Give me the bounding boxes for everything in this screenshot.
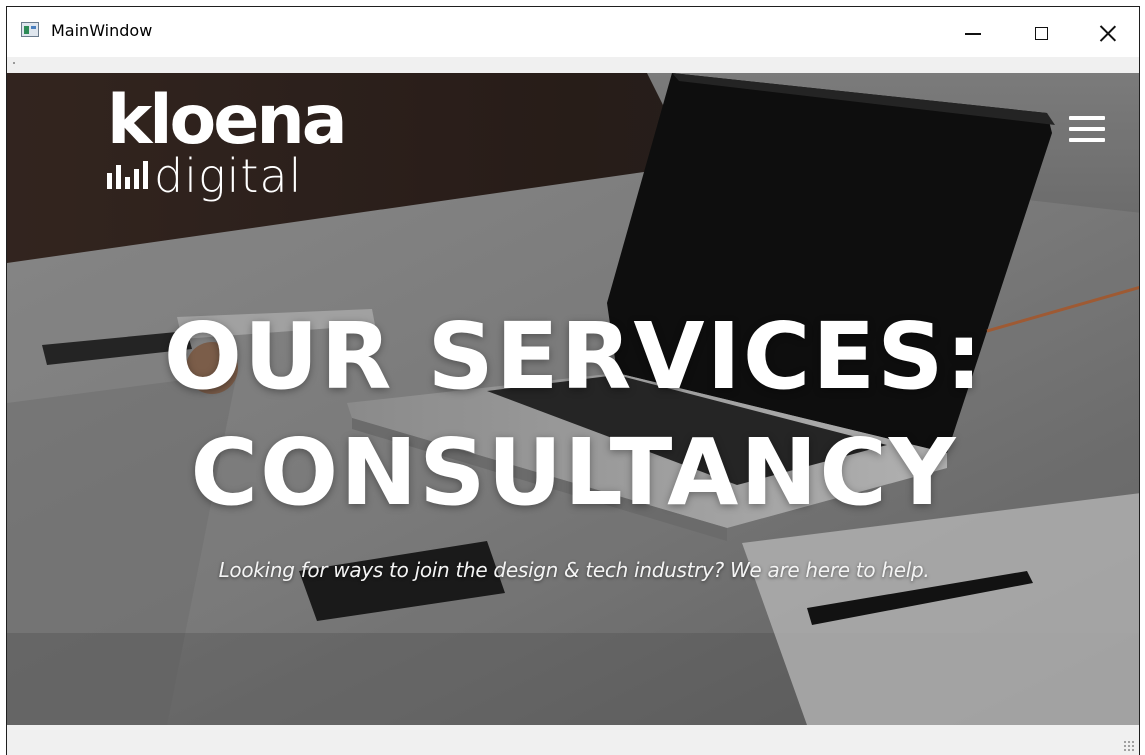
app-icon	[21, 22, 39, 37]
close-button[interactable]	[1085, 11, 1131, 55]
maximize-button[interactable]	[1018, 11, 1064, 55]
minimize-button[interactable]	[950, 11, 996, 55]
logo-wordmark: kloena	[107, 81, 348, 160]
hero-headline-line1: OUR SERVICES:	[163, 303, 985, 410]
status-bar	[7, 725, 1139, 755]
minimize-icon	[965, 33, 981, 35]
logo-bars-icon	[107, 159, 148, 189]
maximize-icon	[1034, 26, 1048, 40]
window-title: MainWindow	[51, 21, 153, 40]
brand-logo[interactable]: kloena digital	[107, 81, 348, 203]
title-bar[interactable]: MainWindow	[7, 7, 1139, 57]
close-icon	[1099, 24, 1117, 42]
main-window: MainWindow kloena digital OUR SERVICES: …	[6, 6, 1140, 755]
hero-banner: kloena digital OUR SERVICES: CONSULTANCY…	[7, 73, 1139, 725]
menu-bar	[7, 57, 1139, 73]
hero-tagline: Looking for ways to join the design & te…	[218, 558, 930, 582]
hamburger-menu-icon[interactable]	[1067, 113, 1107, 145]
logo-subtitle: digital	[154, 149, 303, 203]
hero-headline-line2: CONSULTANCY	[190, 419, 958, 526]
resize-grip-icon[interactable]	[1123, 740, 1135, 752]
